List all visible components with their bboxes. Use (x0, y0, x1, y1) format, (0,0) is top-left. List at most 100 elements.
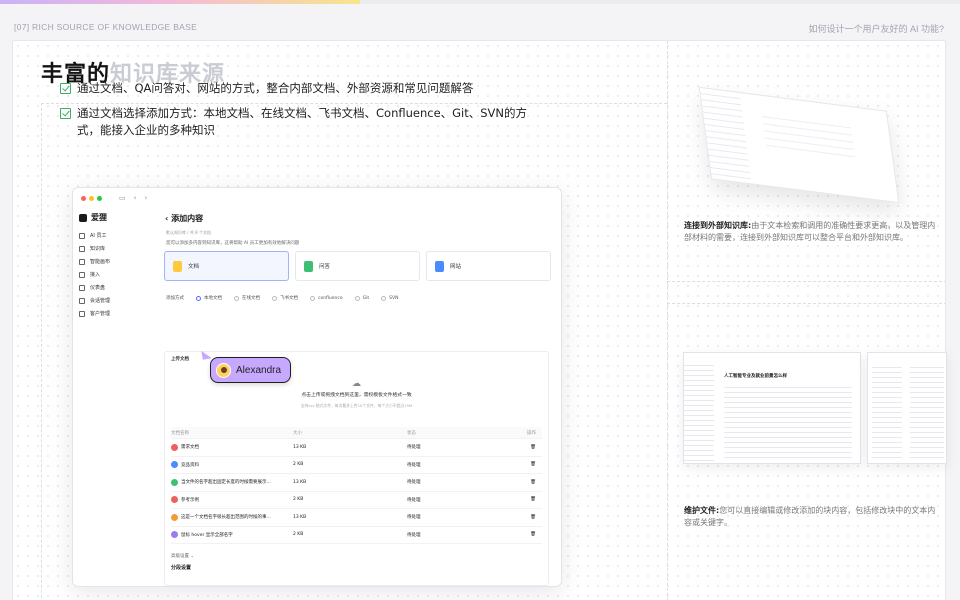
sidebar-item-label: 会话管理 (90, 298, 111, 304)
advanced-settings-toggle[interactable]: 高级设置 ⌄ (171, 553, 542, 559)
doc-heading: 人工智能专业及就业前景怎么样 (724, 374, 787, 379)
radio-label: confluence (318, 295, 343, 301)
sidebar-lines (684, 361, 714, 461)
block-list-lines (872, 363, 902, 458)
file-name: 这是一个文档名字很长超出范围的时候的事... (181, 515, 271, 521)
maximize-dot-icon[interactable] (97, 195, 102, 201)
block-list-screenshot (867, 352, 947, 464)
table-row: 鼠标 hover 显示全部名字 2 KB 待处理 🗑 (171, 527, 542, 544)
file-status: 待处理 (407, 480, 421, 486)
top-progress-fill (0, 0, 360, 4)
sidebar-item-knowledge[interactable]: 知识库 (79, 242, 149, 255)
avatar (216, 362, 231, 378)
external-kb-caption: 连接到外部知识库:由于文本检索和调用的准确性要求更高，以及管理内部材料的需要，连… (684, 220, 938, 244)
trash-icon[interactable]: 🗑 (525, 532, 542, 537)
close-dot-icon[interactable] (81, 195, 86, 201)
column-name: 文档名称 (171, 430, 189, 436)
file-size: 2 KB (293, 462, 304, 468)
radio-label: 本地文档 (204, 296, 222, 301)
guide-line (667, 41, 668, 600)
dropzone-hint: 支持csv 格式文件，每次最多上传10个文件，每个大小不超过15M (300, 403, 413, 408)
doc-file-icon (171, 461, 178, 469)
qa-icon (304, 260, 313, 272)
collaborator-cursor-tag: Alexandra (210, 357, 291, 383)
section-question: 如何设计一个用户友好的 AI 功能? (808, 24, 944, 34)
brand-name: 爱狸 (91, 213, 107, 222)
method-label: 添加方式 (166, 296, 184, 301)
sidebar-item-canvas[interactable]: 智能画布 (79, 255, 149, 268)
guide-line (667, 303, 945, 304)
trash-icon[interactable]: 🗑 (525, 462, 542, 467)
trash-icon[interactable]: 🗑 (525, 445, 542, 450)
sheet-file-icon (171, 478, 178, 486)
ppt-file-icon (171, 513, 178, 521)
sidebar-item-ai-staff[interactable]: AI 员工 (79, 229, 149, 242)
file-status: 待处理 (407, 462, 421, 468)
trash-icon[interactable]: 🗑 (525, 515, 542, 520)
sidebar-item-label: 客户管理 (90, 311, 111, 317)
sidebar-item-label: AI 员工 (90, 233, 107, 239)
trash-icon[interactable]: 🗑 (525, 497, 542, 502)
table-row: 参考示例 2 KB 待处理 🗑 (171, 492, 542, 509)
type-label: 网站 (450, 264, 462, 270)
slide: [07] RICH SOURCE OF KNOWLEDGE BASE 如何设计一… (0, 0, 960, 600)
check-icon (60, 83, 71, 94)
type-document[interactable]: 文档 (164, 251, 289, 281)
trash-icon[interactable]: 🗑 (525, 480, 542, 485)
type-qa[interactable]: 问答 (295, 251, 420, 281)
sidebar-item-label: 接入 (90, 272, 101, 278)
caption-title: 连接到外部知识库: (684, 221, 752, 230)
check-icon (60, 108, 71, 119)
plug-icon (79, 271, 85, 278)
type-website[interactable]: 网站 (426, 251, 551, 281)
document-icon (173, 260, 182, 272)
table-row: 需求文档 13 KB 待处理 🗑 (171, 439, 542, 457)
radio-feishu[interactable] (272, 295, 277, 301)
radio-confluence[interactable] (310, 295, 315, 301)
pdf-file-icon (171, 443, 178, 451)
radio-git[interactable] (354, 295, 360, 301)
radio-label: Git (362, 295, 370, 301)
isometric-screen (698, 86, 900, 204)
block-list-lines (910, 363, 944, 458)
type-label: 问答 (319, 264, 331, 270)
file-name: 竞品资料 (181, 462, 199, 468)
upload-dropzone[interactable]: ☁ 点击上传或拖拽文档到这里，需权模板文件格式一致 支持csv 格式文件，每次最… (171, 379, 542, 409)
window-nav: ▭ ‹ › (119, 194, 147, 202)
chat-icon (79, 297, 85, 304)
sidebar-item-label: 知识库 (90, 246, 106, 252)
file-size: 13 KB (293, 479, 307, 485)
radio-svn[interactable] (381, 295, 387, 301)
radio-label: SVN (389, 295, 399, 301)
radio-online[interactable] (234, 295, 239, 301)
maintain-files-caption: 维护文件:您可以直接编辑或修改添加的块内容，包括修改块中的文本内容或关键字。 (684, 505, 938, 529)
table-row: 竞品资料 2 KB 待处理 🗑 (171, 457, 542, 474)
sidebar-item-customers[interactable]: 客户管理 (79, 307, 149, 320)
txt-file-icon (171, 531, 178, 539)
sidebar-item-dashboard[interactable]: 仪表盘 (79, 281, 149, 294)
table-row: 当文件的名字超出固定长度的时候需要展示... 13 KB 待处理 🗑 (171, 474, 542, 492)
sidebar-item-sessions[interactable]: 会话管理 (79, 294, 149, 307)
pdf-file-icon (171, 496, 178, 504)
minimize-dot-icon[interactable] (89, 195, 94, 201)
bullet-text: 通过文档、QA问答对、网站的方式，整合内部文档、外部资源和常见问题解答 (77, 81, 474, 95)
radio-label: 在线文档 (242, 296, 260, 301)
robot-icon (79, 232, 85, 239)
segment-settings-label: 分段设置 (171, 565, 192, 571)
column-actions: 操作 (527, 430, 536, 436)
radio-local[interactable] (196, 295, 201, 301)
back-arrow-icon[interactable]: ‹ (134, 194, 137, 202)
bullet-item: 通过文档、QA问答对、网站的方式，整合内部文档、外部资源和常见问题解答 (60, 80, 540, 97)
forward-arrow-icon[interactable]: › (144, 194, 147, 202)
main-title-text: 添加内容 (171, 214, 204, 223)
dropzone-title: 点击上传或拖拽文档到这里，需权模板文件格式一致 (301, 393, 412, 398)
upload-panel: 上传文档 ☁ 点击上传或拖拽文档到这里，需权模板文件格式一致 支持csv 格式文… (164, 351, 549, 586)
file-size: 2 KB (293, 532, 304, 538)
sidebar-item-connect[interactable]: 接入 (79, 268, 149, 281)
users-icon (79, 310, 85, 317)
website-icon (435, 260, 444, 272)
description: 您可以添加多内容到知识库，这将帮助 AI 员工更加有效地解决问题 (166, 241, 300, 246)
sidebar-toggle-icon[interactable]: ▭ (119, 194, 126, 202)
caption-text: 您可以直接编辑或修改添加的块内容，包括修改块中的文本内容或关键字。 (684, 506, 936, 527)
brand: 爱狸 (79, 212, 149, 223)
